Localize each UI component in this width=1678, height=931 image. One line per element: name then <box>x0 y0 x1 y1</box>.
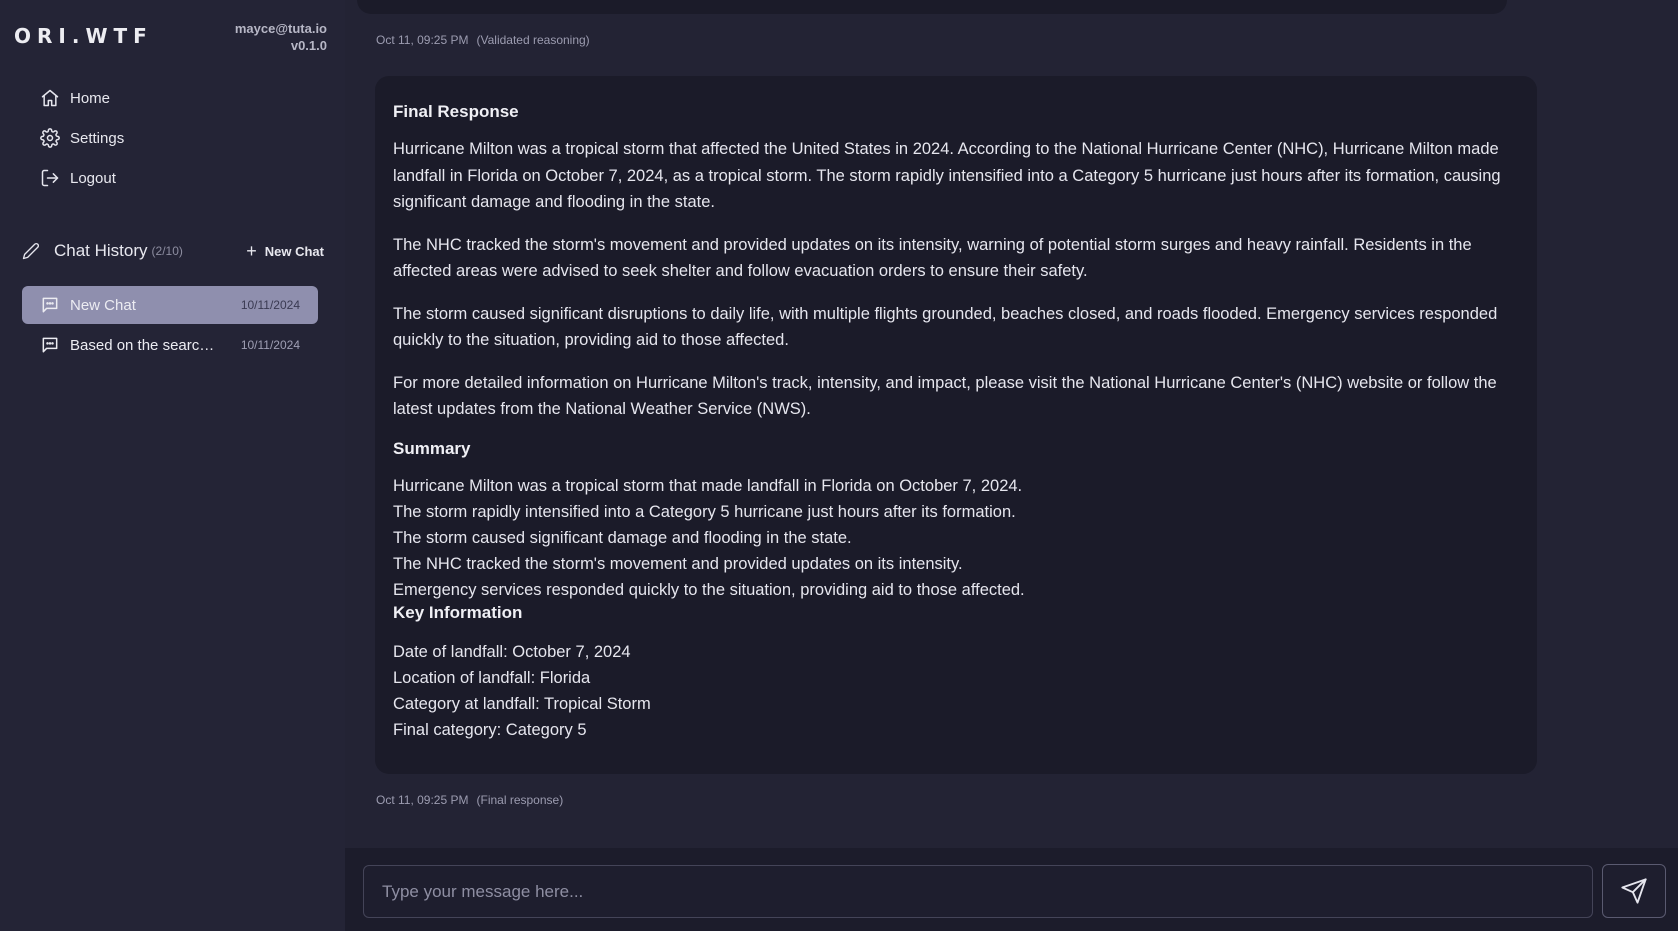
final-response-heading: Final Response <box>393 102 519 121</box>
message-time: Oct 11, 09:25 PM <box>376 33 469 47</box>
chat-bubble-icon <box>42 337 58 353</box>
nav-item-label: Settings <box>70 129 125 147</box>
message-meta: Oct 11, 09:25 PM (Final response) <box>376 793 563 807</box>
chat-main: Oct 11, 09:25 PM (Validated reasoning) Fi… <box>345 0 1678 931</box>
response-paragraph: The storm caused significant disruptions… <box>393 304 1498 350</box>
message-kind: (Final response) <box>476 793 564 807</box>
composer-bar <box>345 848 1678 931</box>
summary-line: The storm caused significant damage and … <box>393 528 852 547</box>
chat-history-header: Chat History (2/10) + New Chat <box>22 238 324 264</box>
key-info-line: Location of landfall: Florida <box>393 668 591 687</box>
chat-history-title: Chat History <box>54 241 148 260</box>
key-info-heading: Key Information <box>393 602 523 622</box>
chat-item-label: Based on the search results, it appears <box>70 336 222 354</box>
nav-item-home[interactable]: Home <box>40 78 124 118</box>
chat-history-count: (2/10) <box>151 244 183 258</box>
chat-item[interactable]: New Chat 10/11/2024 <box>22 286 318 324</box>
message-kind: (Validated reasoning) <box>476 33 590 47</box>
logout-icon <box>41 169 59 187</box>
response-paragraph: The NHC tracked the storm's movement and… <box>393 235 1472 281</box>
brand-logo[interactable]: ORI.WTF <box>14 24 153 48</box>
message-time: Oct 11, 09:25 PM <box>376 793 469 807</box>
message-input[interactable] <box>363 865 1593 918</box>
nav-item-label: Logout <box>70 169 116 187</box>
summary-line: The NHC tracked the storm's movement and… <box>393 554 963 573</box>
nav-item-label: Home <box>70 89 111 107</box>
previous-message-bubble <box>357 0 1507 14</box>
chat-list: New Chat 10/11/2024 Based on the search … <box>22 286 318 366</box>
summary-line: Emergency services responded quickly to … <box>393 580 1025 599</box>
home-icon <box>41 89 59 107</box>
chat-bubble-icon <box>42 297 58 313</box>
chat-item-label: New Chat <box>70 296 136 314</box>
user-email: mayce@tuta.io <box>234 21 327 36</box>
user-meta: mayce@tuta.io v0.1.0 <box>235 20 327 54</box>
chat-item[interactable]: Based on the search results, it appears … <box>22 326 318 364</box>
final-response-bubble: Final Response Hurricane Milton was a tr… <box>375 76 1537 774</box>
key-info-line: Category at landfall: Tropical Storm <box>393 694 651 713</box>
nav-item-settings[interactable]: Settings <box>40 118 124 158</box>
key-info-line: Date of landfall: October 7, 2024 <box>393 642 631 661</box>
summary-list: Hurricane Milton was a tropical storm th… <box>393 473 1519 603</box>
chat-item-date: 10/11/2024 <box>240 298 300 312</box>
response-paragraph: For more detailed information on Hurrica… <box>393 373 1497 419</box>
sidebar-nav: Home Settings Logout <box>40 78 124 198</box>
key-info-line: Final category: Category 5 <box>393 720 587 739</box>
nav-item-logout[interactable]: Logout <box>40 158 124 198</box>
response-paragraph: Hurricane Milton was a tropical storm th… <box>393 140 1501 211</box>
summary-heading: Summary <box>393 438 471 458</box>
pencil-icon <box>22 243 39 260</box>
message-meta: Oct 11, 09:25 PM (Validated reasoning) <box>376 33 590 47</box>
send-button[interactable] <box>1602 864 1666 918</box>
send-icon <box>1621 878 1647 904</box>
chat-item-date: 10/11/2024 <box>240 338 300 352</box>
new-chat-label: New Chat <box>264 243 324 259</box>
summary-line: The storm rapidly intensified into a Cat… <box>393 502 1016 521</box>
plus-icon: + <box>246 240 257 261</box>
app-version: v0.1.0 <box>290 38 327 53</box>
key-info-list: Date of landfall: October 7, 2024 Locati… <box>393 639 1519 743</box>
summary-line: Hurricane Milton was a tropical storm th… <box>393 476 1023 495</box>
new-chat-button[interactable]: + New Chat <box>246 241 324 262</box>
gear-icon <box>40 128 60 148</box>
sidebar: ORI.WTF mayce@tuta.io v0.1.0 Home Settin… <box>0 0 345 931</box>
